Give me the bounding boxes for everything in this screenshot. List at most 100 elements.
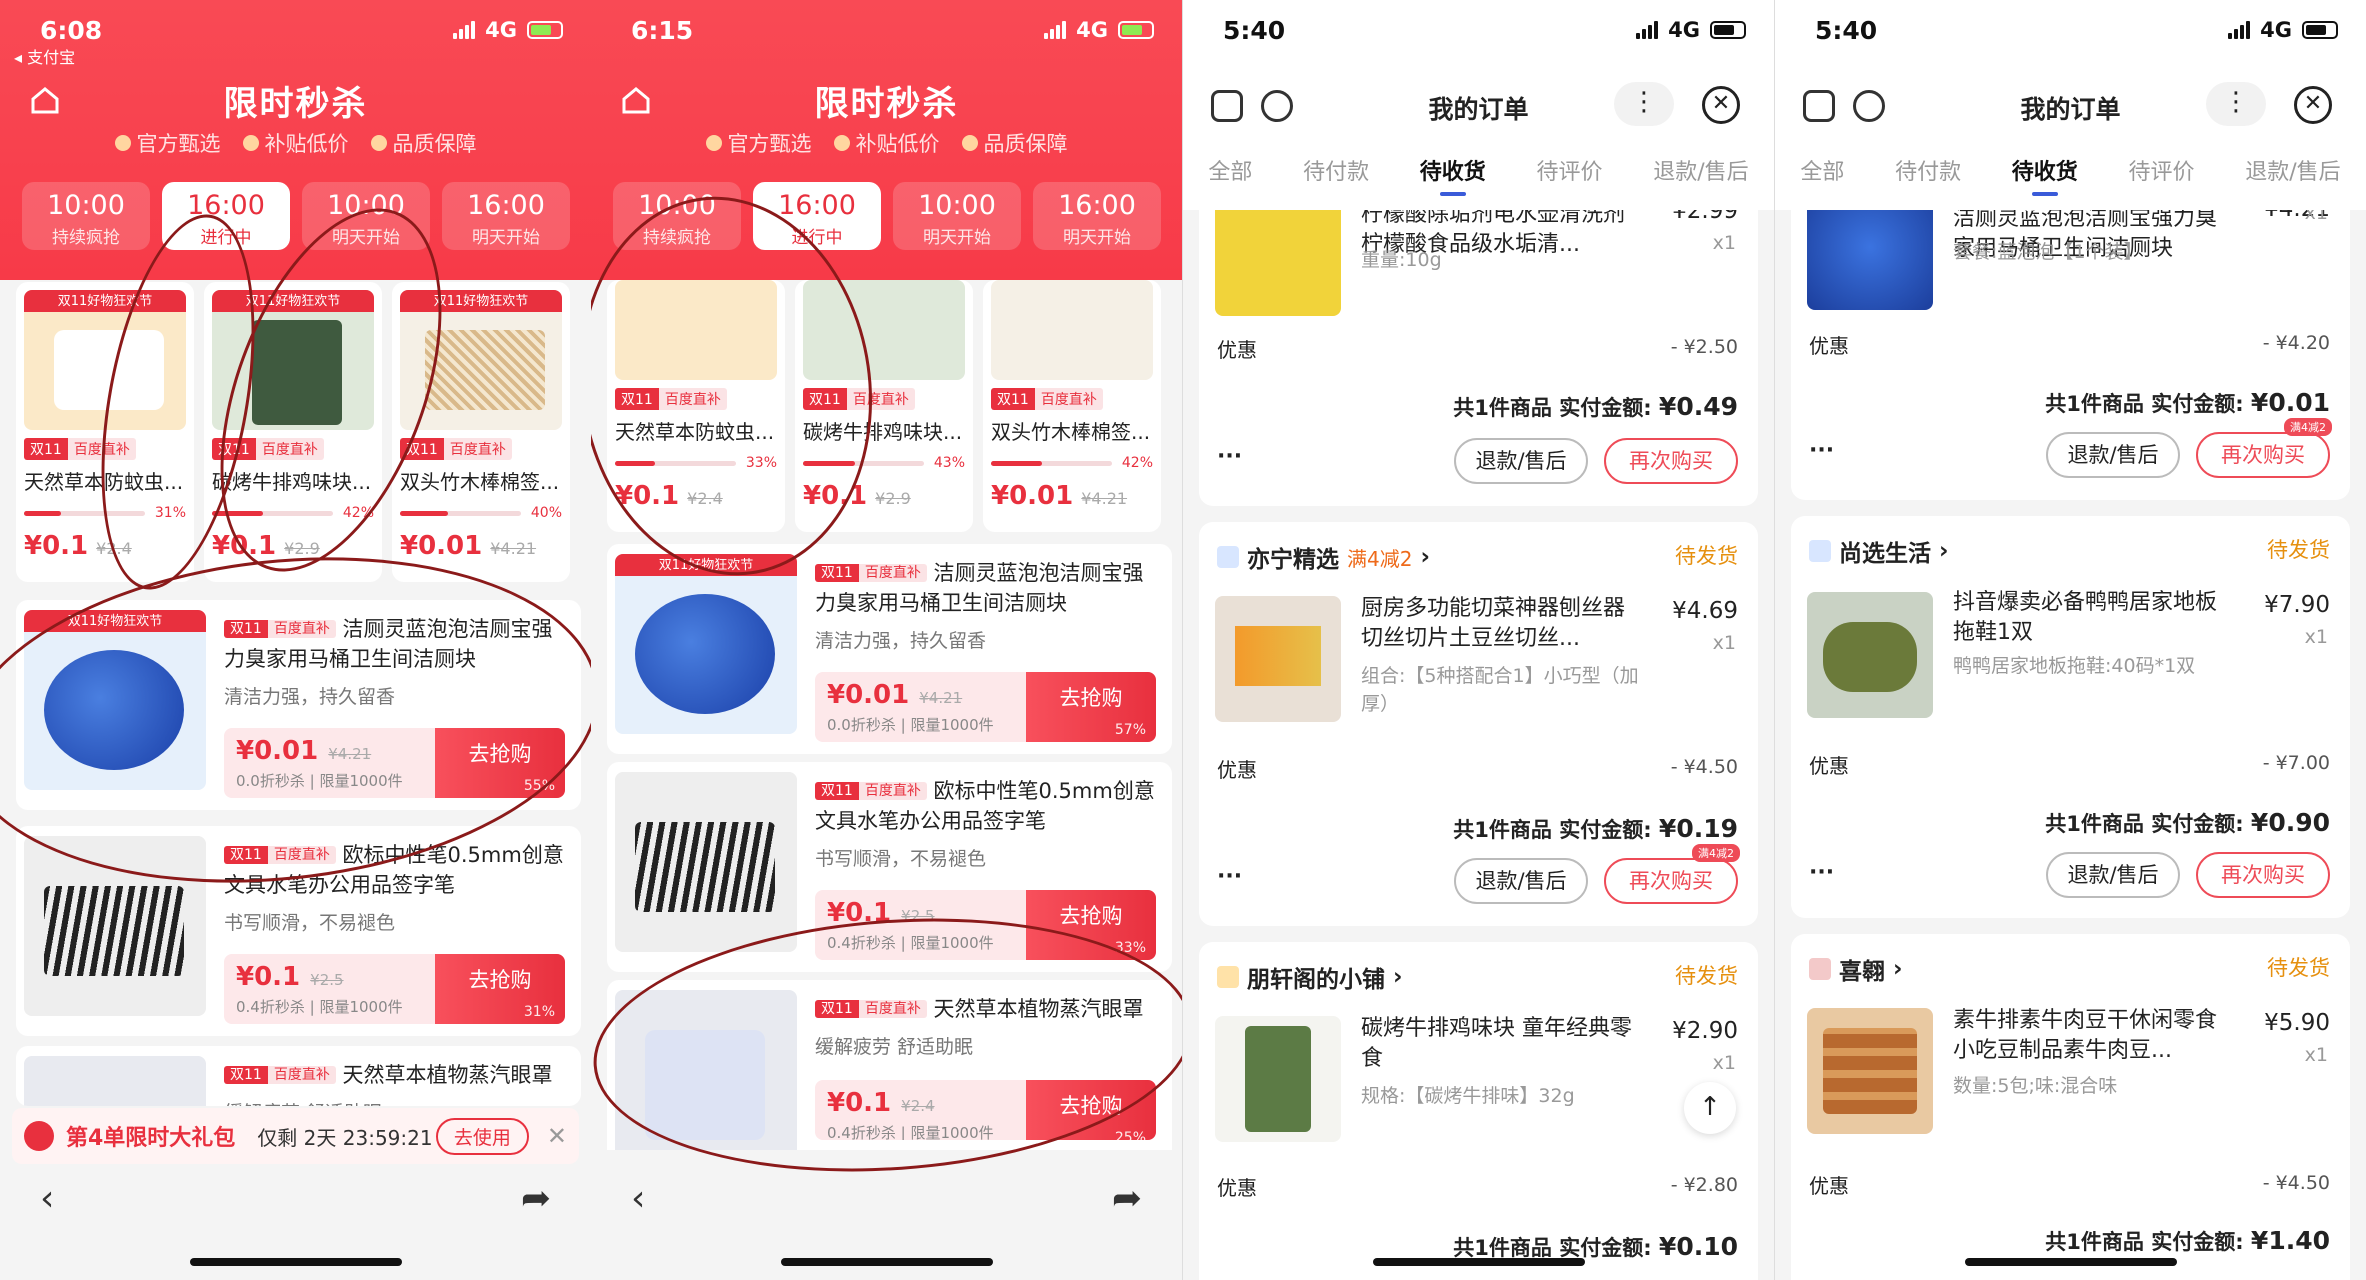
shop-name: 尚选生活 [1839,541,1931,567]
session-tab-active[interactable]: 16:00 进行中 [753,182,881,250]
session-tab[interactable]: 10:00 明天开始 [302,182,430,250]
scroll-top-icon[interactable]: ↑ [1684,1082,1736,1134]
grab-button[interactable]: 去抢购 31% [435,954,565,1024]
tab-pending-receipt[interactable]: 待收货 [1420,154,1486,196]
back-arrow-icon[interactable]: ‹ [631,1178,645,1219]
refund-button[interactable]: 退款/售后 [2046,852,2180,898]
shop-icon [1217,966,1239,988]
rebuy-button[interactable]: 再次购买 [2196,432,2330,478]
product-image [1807,592,1933,718]
more-menu-button[interactable]: ⋮ [2206,82,2266,126]
tab-refund[interactable]: 退款/售后 [1653,154,1748,186]
more-dots[interactable]: ··· [1809,438,1834,463]
deal-info: 0.4折秒杀 | 限量1000件 [827,1124,994,1140]
product-card[interactable]: 双11 百度直补 双头竹木棒棉签... 42% ¥0.01 ¥4.21 [983,280,1161,532]
session-tab[interactable]: 10:00 持续疯抢 [22,182,150,250]
close-icon[interactable]: ✕ [1702,86,1740,124]
battery-icon [1710,21,1746,39]
session-tab[interactable]: 10:00 持续疯抢 [613,182,741,250]
list-item[interactable]: 双11 百度直补 欧标中性笔0.5mm创意文具水笔办公用品签字笔 书写顺滑，不易褪色… [16,826,581,1036]
session-tab[interactable]: 10:00 明天开始 [893,182,1021,250]
close-icon[interactable]: ✕ [547,1122,567,1150]
rebuy-button[interactable]: 再次购买 [1604,858,1738,904]
countdown: 仅剩 2天 23:59:21 [257,1125,433,1150]
product-card[interactable]: 双11好物狂欢节 双11 百度直补 双头竹木棒棉签... 40% ¥0.01 ¥4.… [392,282,570,582]
order-card[interactable]: 洁厕灵蓝泡泡洁厕宝强力臭家用马桶卫生间洁厕块 套餐:蓝泡泡【1个装】 ¥4.21… [1791,210,2350,500]
badge-icon [370,135,387,151]
session-tab-active[interactable]: 16:00 进行中 [162,182,290,250]
order-card[interactable]: 朋轩阁的小铺 › 待发货 碳烤牛排鸡味块 童年经典零食 规格:【碳烤牛排味】32g… [1199,942,1758,1280]
grab-button[interactable]: 去抢购 55% [435,728,565,798]
gift-banner[interactable]: 第4单限时大礼包 仅剩 2天 23:59:21 去使用 ✕ [12,1108,579,1164]
list-item[interactable]: 双11好物狂欢节 双11 百度直补 洁厕灵蓝泡泡洁厕宝强力臭家用马桶卫生间洁厕块清… [607,544,1172,754]
grab-button[interactable]: 去抢购 33% [1026,890,1156,960]
more-dots[interactable]: ··· [1217,444,1242,469]
orders-header: 我的订单 ⋮ ✕ 全部 待付款 待收货 待评价 退款/售后 [1183,60,1774,210]
more-dots[interactable]: ··· [1809,860,1834,885]
rebuy-button[interactable]: 再次购买 [2196,852,2330,898]
network-label: 4G [485,18,517,42]
product-card[interactable]: 双11 百度直补 碳烤牛排鸡味块... 43% ¥0.1 ¥2.9 [795,280,973,532]
tab-all[interactable]: 全部 [1800,154,1844,186]
network-label: 4G [2260,18,2292,42]
product-price: ¥2.90 [1672,1018,1738,1044]
refund-button[interactable]: 退款/售后 [1454,858,1588,904]
more-menu-button[interactable]: ⋮ [1614,82,1674,126]
status-time: 5:40 [1223,15,1286,45]
badge-icon [242,135,259,151]
bottom-nav: ‹ ➦ [591,1170,1182,1226]
more-dots[interactable]: ··· [1217,864,1242,889]
tab-pending-review[interactable]: 待评价 [2129,154,2195,186]
order-card[interactable]: 柠檬酸除垢剂电水壶清洗剂柠檬酸食品级水垢清... 重量:10g ¥2.99 x1… [1199,210,1758,506]
back-arrow-icon[interactable]: ‹ [40,1178,54,1219]
product-qty: x1 [1712,1052,1736,1074]
product-card[interactable]: 双11好物狂欢节 双11 百度直补 碳烤牛排鸡味块... 42% ¥0.1 ¥2.9 [204,282,382,582]
refund-button[interactable]: 退款/售后 [2046,432,2180,478]
tab-all[interactable]: 全部 [1208,154,1252,186]
phone-orders-1: 5:40 4G 我的订单 ⋮ ✕ 全部 待付款 待收货 待评价 退款/售后 柠檬… [1183,0,1774,1280]
tab-pending-payment[interactable]: 待付款 [1303,154,1369,186]
grab-button[interactable]: 去抢购 57% [1026,672,1156,742]
order-card[interactable]: 尚选生活 › 待发货 抖音爆卖必备鸭鸭居家地板拖鞋1双 鸭鸭居家地板拖鞋:40码*… [1791,516,2350,918]
order-card[interactable]: 亦宁精选 满4减2 › 待发货 厨房多功能切菜神器刨丝器切丝切片土豆丝切丝... 组… [1199,522,1758,926]
order-total: 共1件商品 实付金额: ¥0.01 [2045,388,2330,417]
discount-label: 优惠 [1809,754,1849,778]
order-card[interactable]: 喜翱 › 待发货 素牛排素牛肉豆干休闲零食小吃豆制品素牛肉豆... 数量:5包;味… [1791,934,2350,1280]
battery-icon [2302,21,2338,39]
use-button[interactable]: 去使用 [435,1117,529,1155]
phone-seckill-1: 6:08 4G ◂ 支付宝 限时秒杀 官方甄选 补贴低价 品质保障 10:00 持… [0,0,591,1280]
tab-refund[interactable]: 退款/售后 [2245,154,2340,186]
grab-button[interactable]: 去抢购 25% [1026,1080,1156,1140]
product-image [991,280,1153,380]
list-item[interactable]: 双11 百度直补 欧标中性笔0.5mm创意文具水笔办公用品签字笔 书写顺滑，不易褪色… [607,762,1172,972]
tab-pending-receipt[interactable]: 待收货 [2012,154,2078,196]
product-image [1215,210,1341,316]
product-image [615,990,797,1170]
session-tab[interactable]: 16:00 明天开始 [1033,182,1161,250]
tab-pending-payment[interactable]: 待付款 [1895,154,1961,186]
original-price: ¥2.4 [901,1097,935,1115]
tab-pending-review[interactable]: 待评价 [1537,154,1603,186]
rebuy-button[interactable]: 再次购买 [1604,438,1738,484]
session-tabs: 10:00 持续疯抢 16:00 进行中 10:00 明天开始 16:00 明天开始 [22,182,577,250]
sold-progress [803,460,924,466]
guarantee-label: 官方甄选 [136,132,221,156]
product-name: 双头竹木棒棉签... [400,470,560,494]
list-item[interactable]: 双11百度直补 天然草本植物蒸汽眼罩缓解疲劳 舒适助眠 [16,1046,581,1106]
home-indicator [781,1258,993,1266]
product-image [1215,596,1341,722]
product-name: 天然草本植物蒸汽眼罩 [933,997,1144,1021]
share-icon[interactable]: ➦ [1112,1178,1142,1219]
session-tab[interactable]: 16:00 明天开始 [442,182,570,250]
back-to-app[interactable]: ◂ 支付宝 [14,44,75,68]
product-card[interactable]: 双11 百度直补 天然草本防蚊虫... 33% ¥0.1 ¥2.4 [607,280,785,532]
close-icon[interactable]: ✕ [2294,86,2332,124]
status-bar: 6:08 4G [0,0,591,60]
refund-button[interactable]: 退款/售后 [1454,438,1588,484]
shop-icon [1809,540,1831,562]
order-total: 共1件商品 实付金额: ¥0.49 [1453,392,1738,421]
product-card[interactable]: 双11好物狂欢节 双11 百度直补 天然草本防蚊虫... 31% ¥0.1 ¥2.4 [16,282,194,582]
product-name: 天然草本防蚊虫... [24,470,184,494]
list-item[interactable]: 双11好物狂欢节 双11 百度直补 洁厕灵蓝泡泡洁厕宝强力臭家用马桶卫生间洁厕块清… [16,600,581,810]
share-icon[interactable]: ➦ [521,1178,551,1219]
